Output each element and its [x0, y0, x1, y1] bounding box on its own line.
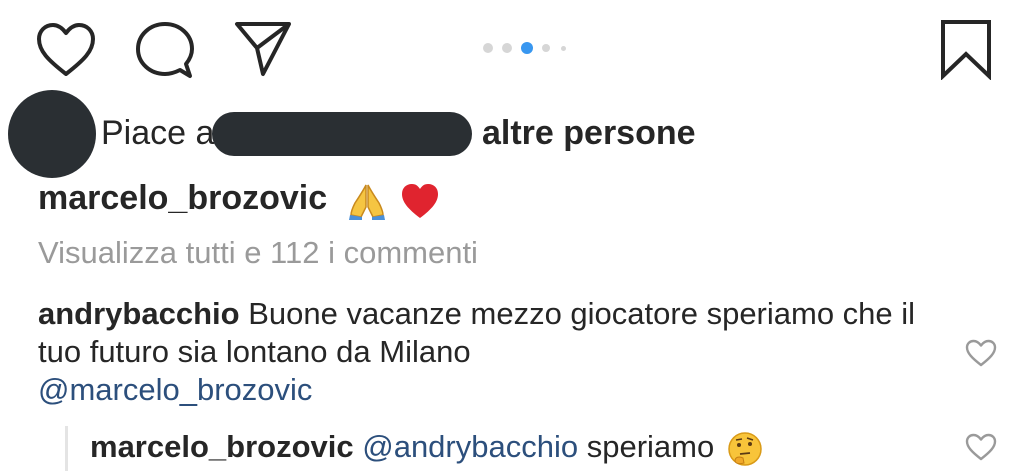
redacted-liker-name: [212, 112, 472, 156]
reply-mention[interactable]: @andrybacchio: [362, 429, 578, 464]
heart-outline-icon[interactable]: [36, 22, 96, 78]
carousel-dot: [561, 46, 566, 51]
thinking-face-icon: [728, 432, 762, 466]
reply-like-heart-icon[interactable]: [964, 432, 998, 462]
reply-username[interactable]: marcelo_brozovic: [90, 429, 354, 464]
bookmark-icon[interactable]: [938, 18, 994, 80]
liker-avatar-redacted: [8, 90, 96, 178]
post-caption: marcelo_brozovic: [38, 178, 440, 221]
carousel-dot: [483, 43, 493, 53]
reply-text: speriamo: [586, 429, 715, 464]
comment-mention[interactable]: @marcelo_brozovic: [38, 372, 312, 407]
likes-prefix: Piace a: [101, 114, 215, 152]
comment-bubble-icon[interactable]: [134, 20, 194, 80]
likes-suffix[interactable]: altre persone: [482, 113, 696, 153]
post-action-bar: [0, 0, 1024, 95]
view-all-comments-link[interactable]: Visualizza tutti e 112 i commenti: [38, 234, 478, 272]
carousel-dot: [502, 43, 512, 53]
comment-item: andrybacchio Buone vacanze mezzo giocato…: [38, 295, 938, 409]
instagram-post-footer: Piace a altre persone marcelo_brozovic V…: [0, 0, 1024, 471]
carousel-dot: [542, 44, 550, 52]
reply-thread-line: [65, 426, 68, 471]
comment-like-heart-icon[interactable]: [964, 338, 998, 368]
carousel-indicator: [481, 40, 601, 54]
caption-username[interactable]: marcelo_brozovic: [38, 179, 327, 217]
paper-plane-icon[interactable]: [233, 18, 293, 78]
praying-hands-icon: [348, 184, 385, 221]
red-heart-icon: [402, 184, 439, 219]
reply-item: marcelo_brozovic @andrybacchio speriamo: [90, 428, 763, 467]
comment-username[interactable]: andrybacchio: [38, 296, 240, 331]
caption-emoji: [347, 179, 440, 221]
carousel-dot-active: [521, 42, 533, 54]
